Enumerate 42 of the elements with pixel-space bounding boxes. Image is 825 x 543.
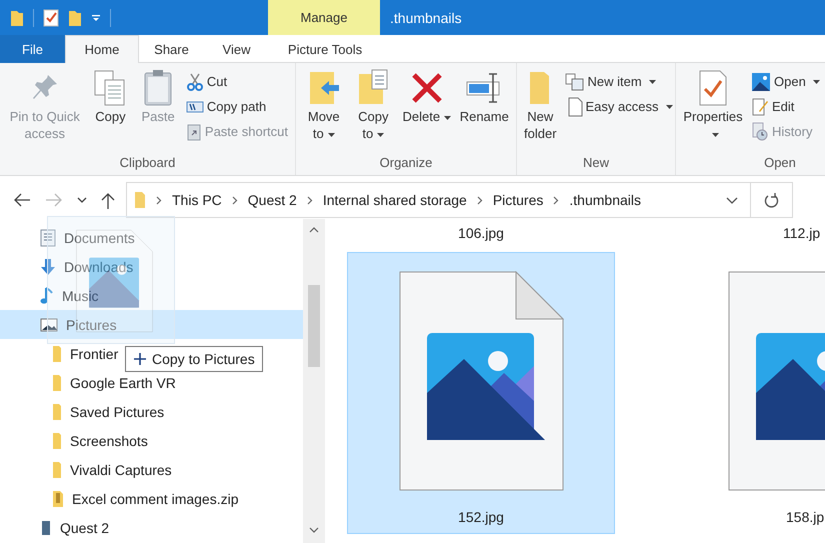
nav-item[interactable]: Excel comment images.zip [0,484,243,513]
window-title: .thumbnails [389,10,462,26]
nav-item[interactable]: Frontier [0,339,122,368]
ribbon-group-label: Organize [378,155,434,172]
ribbon-tab[interactable]: Share [139,35,204,63]
file-tile[interactable]: 158.jp [727,252,825,534]
breadcrumb-item[interactable]: Pictures [492,192,544,208]
ribbon-button[interactable]: Rename [456,66,512,155]
ribbon-button[interactable]: Edit [748,94,823,119]
address-bar[interactable]: This PC Quest 2 Internal shared storage Pictures .thumbnails [126,182,751,218]
ribbon-tab[interactable]: View [204,35,269,63]
ribbon-group-label: Open [763,155,797,172]
ribbon-button[interactable]: New folder [521,66,560,155]
ribbon-button[interactable]: Copy path [182,94,292,119]
ribbon-button[interactable]: Open [748,69,823,94]
nav-item[interactable]: Screenshots [0,426,152,455]
ribbon-button[interactable]: Cut [182,69,292,94]
manage-tab-label[interactable]: Manage [268,0,380,35]
ribbon-group-label: New [582,155,610,172]
nav-item[interactable]: Documents [0,223,139,252]
breadcrumb-item[interactable]: This PC [172,192,222,208]
ribbon-button[interactable]: Easy access [562,94,676,119]
file-name[interactable]: 106.jpg [347,219,615,252]
ribbon-tab[interactable]: Home [65,35,139,63]
ribbon-button[interactable]: Copy to [350,66,398,155]
breadcrumb-item[interactable]: Internal shared storage [322,192,467,208]
ribbon-button[interactable]: Properties [680,66,746,155]
drag-tooltip: Copy to Pictures [125,346,263,372]
nav-item[interactable]: Saved Pictures [0,397,168,426]
file-name[interactable]: 112.jp [727,219,825,252]
ribbon-tab[interactable]: Picture Tools [269,35,381,63]
ribbon-button[interactable]: Copy [88,66,134,155]
nav-item[interactable]: Vivaldi Captures [0,455,176,484]
ribbon-group-label: Clipboard [118,155,176,172]
ribbon-tab[interactable]: File [0,35,65,63]
nav-item[interactable]: Quest 2 [0,513,114,542]
ribbon-button[interactable]: New item [562,69,676,94]
ribbon-button[interactable]: Move to [300,66,348,155]
ribbon-button[interactable]: Delete [399,66,455,155]
breadcrumb-item[interactable]: .thumbnails [569,192,641,208]
breadcrumb-item[interactable]: Quest 2 [248,192,297,208]
file-tile[interactable]: 152.jpg [347,252,615,534]
